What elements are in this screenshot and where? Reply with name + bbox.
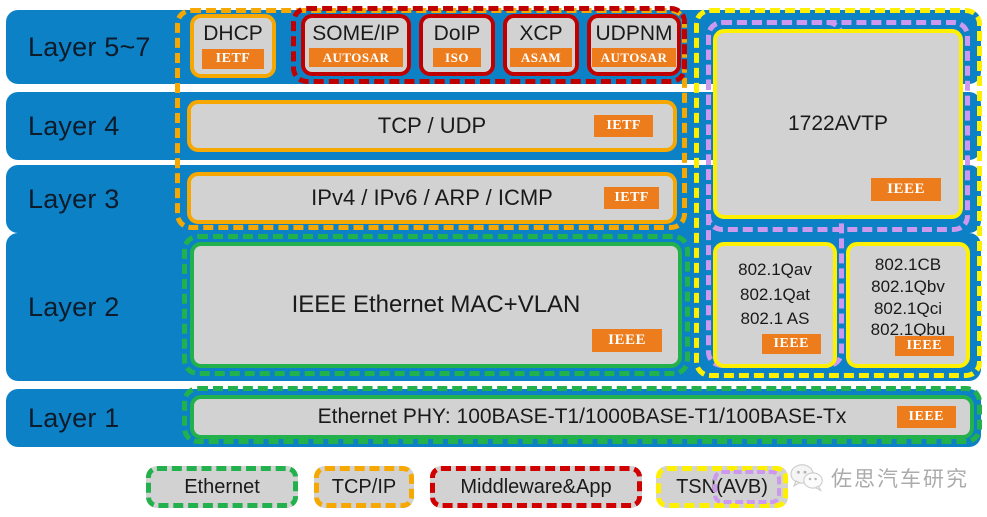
legend-label: Ethernet	[184, 475, 260, 498]
legend-item-middleware[interactable]: Middleware&App	[430, 466, 642, 508]
standard-badge: IEEE	[592, 329, 662, 352]
protocol-title: IPv4 / IPv6 / ARP / ICMP	[311, 185, 553, 211]
protocol-box-udpnm[interactable]: UDPNM AUTOSAR	[587, 14, 681, 76]
protocol-box-tsn-avb[interactable]: 802.1Qav 802.1Qat 802.1 AS IEEE	[713, 242, 837, 368]
legend-item-tcpip[interactable]: TCP/IP	[314, 466, 414, 508]
protocol-title: Ethernet PHY: 100BASE-T1/1000BASE-T1/100…	[317, 404, 847, 428]
legend-label: TCP/IP	[331, 475, 397, 498]
protocol-title-line: 802.1CB	[874, 255, 942, 274]
legend-avb-highlight	[713, 470, 781, 504]
standard-badge: IEEE	[894, 336, 954, 356]
protocol-box-tsn-only[interactable]: 802.1CB 802.1Qbv 802.1Qci 802.1Qbu IEEE	[846, 242, 970, 368]
protocol-box-someip[interactable]: SOME/IP AUTOSAR	[301, 14, 411, 76]
layer-label: Layer 2	[28, 291, 120, 322]
protocol-box-network[interactable]: IPv4 / IPv6 / ARP / ICMP IETF	[187, 172, 677, 224]
watermark: 佐思汽车研究	[790, 463, 969, 493]
protocol-title: XCP	[519, 21, 563, 45]
standard-badge: IEEE	[871, 178, 941, 201]
standard-badge: IETF	[604, 187, 659, 209]
standard-badge: ISO	[433, 48, 481, 68]
protocol-title-line: 802.1Qbv	[871, 276, 945, 296]
protocol-title-line: 802.1Qci	[873, 298, 943, 318]
protocol-title: IEEE Ethernet MAC+VLAN	[291, 291, 581, 319]
protocol-box-transport[interactable]: TCP / UDP IETF	[187, 100, 677, 152]
protocol-title: DoIP	[433, 21, 481, 45]
wechat-icon	[790, 464, 823, 492]
protocol-box-dhcp[interactable]: DHCP IETF	[190, 14, 276, 78]
protocol-box-phy[interactable]: Ethernet PHY: 100BASE-T1/1000BASE-T1/100…	[190, 395, 974, 439]
protocol-title: 1722AVTP	[787, 111, 888, 135]
standard-badge: AUTOSAR	[592, 48, 676, 68]
legend-item-ethernet[interactable]: Ethernet	[146, 466, 298, 508]
layer-label: Layer 1	[28, 402, 120, 433]
protocol-title: TCP / UDP	[377, 113, 487, 139]
layer-label: Layer 3	[28, 183, 120, 214]
layer-label: Layer 5~7	[28, 31, 151, 62]
standard-badge: AUTOSAR	[309, 48, 403, 68]
standard-badge: IEEE	[896, 406, 956, 428]
protocol-title-line: 802.1Qav	[738, 260, 812, 279]
protocol-title: UDPNM	[595, 21, 673, 45]
protocol-box-avtp[interactable]: 1722AVTP IEEE	[713, 29, 963, 219]
standard-badge: IETF	[594, 115, 653, 137]
protocol-box-xcp[interactable]: XCP ASAM	[503, 14, 579, 76]
layer-label: Layer 4	[28, 110, 120, 141]
protocol-title: SOME/IP	[312, 21, 400, 45]
protocol-title-line: 802.1 AS	[740, 309, 810, 329]
legend-label: Middleware&App	[460, 475, 612, 498]
protocol-box-doip[interactable]: DoIP ISO	[419, 14, 495, 76]
standard-badge: IETF	[201, 49, 265, 70]
protocol-box-mac[interactable]: IEEE Ethernet MAC+VLAN IEEE	[190, 242, 682, 368]
protocol-title: DHCP	[203, 21, 263, 45]
watermark-text: 佐思汽车研究	[831, 467, 969, 491]
standard-badge: ASAM	[510, 48, 572, 68]
standard-badge: IEEE	[761, 334, 821, 354]
protocol-title-line: 802.1Qat	[740, 284, 810, 304]
protocol-stack-diagram: Layer 5~7 Layer 4 Layer 3 Layer 2 Layer …	[0, 0, 987, 517]
legend-label-prefix: TSN	[676, 475, 717, 498]
